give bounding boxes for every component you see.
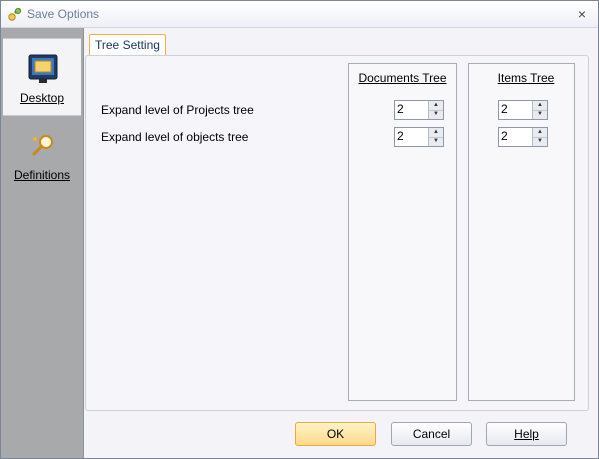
title-bar: Save Options × xyxy=(1,1,598,28)
sidebar-item-desktop[interactable]: Desktop xyxy=(3,38,81,116)
documents-projects-level-spinner[interactable]: 2 ▲ ▼ xyxy=(394,100,444,120)
items-projects-level-spinner[interactable]: 2 ▲ ▼ xyxy=(498,100,548,120)
sidebar-item-definitions[interactable]: Definitions xyxy=(3,116,81,192)
items-objects-level-spinner[interactable]: 2 ▲ ▼ xyxy=(498,127,548,147)
spinner-value: 2 xyxy=(501,129,508,143)
projects-tree-label: Expand level of Projects tree xyxy=(101,103,254,117)
spin-down-icon[interactable]: ▼ xyxy=(429,110,443,119)
spin-down-icon[interactable]: ▼ xyxy=(533,137,547,146)
settings-key-icon xyxy=(7,6,23,22)
documents-objects-level-spinner[interactable]: 2 ▲ ▼ xyxy=(394,127,444,147)
save-options-dialog: Save Options × Desktop Definitions Tree … xyxy=(0,0,599,459)
close-button[interactable]: × xyxy=(574,6,590,22)
spinner-value: 2 xyxy=(397,102,404,116)
spinner-value: 2 xyxy=(501,102,508,116)
spinner-value: 2 xyxy=(397,129,404,143)
tab-tree-setting[interactable]: Tree Setting xyxy=(89,34,166,55)
ok-button[interactable]: OK xyxy=(295,422,376,446)
spin-down-icon[interactable]: ▼ xyxy=(533,110,547,119)
magnifier-icon xyxy=(27,130,59,162)
spin-down-icon[interactable]: ▼ xyxy=(429,137,443,146)
sidebar-item-label: Definitions xyxy=(13,168,71,182)
window-title: Save Options xyxy=(27,7,100,21)
sidebar-item-label: Desktop xyxy=(19,91,65,105)
cancel-button[interactable]: Cancel xyxy=(391,422,472,446)
help-button[interactable]: Help xyxy=(486,422,567,446)
items-tree-header: Items Tree xyxy=(497,71,555,85)
objects-tree-label: Expand level of objects tree xyxy=(101,130,249,144)
monitor-icon xyxy=(27,53,59,85)
documents-tree-header: Documents Tree xyxy=(358,71,447,85)
sidebar: Desktop Definitions xyxy=(1,28,84,458)
